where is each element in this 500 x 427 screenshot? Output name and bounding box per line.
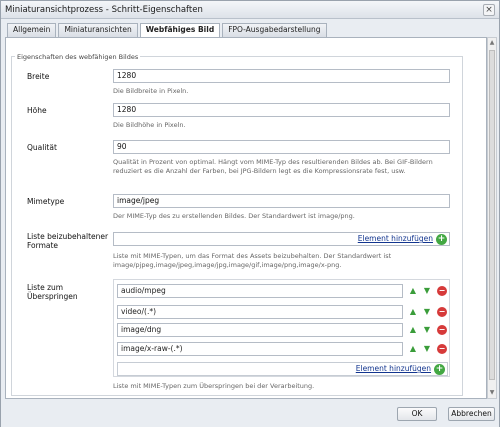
ok-button[interactable]: OK	[397, 407, 437, 421]
width-label: Breite	[27, 72, 50, 81]
scroll-thumb[interactable]	[489, 50, 495, 380]
keep-formats-add-link[interactable]: Element hinzufügen	[358, 234, 433, 243]
height-help: Die Bildhöhe in Pixeln.	[113, 121, 186, 129]
cancel-button[interactable]: Abbrechen	[448, 407, 495, 421]
quality-label: Qualität	[27, 143, 57, 152]
tab-bar: Allgemein Miniaturansichten Webfähiges B…	[7, 23, 329, 38]
height-input[interactable]: 1280	[113, 103, 450, 117]
skip-item-input[interactable]: image/x-raw-(.*)	[117, 342, 403, 356]
mimetype-input[interactable]: image/jpeg	[113, 194, 450, 208]
remove-icon[interactable]: −	[437, 307, 447, 317]
move-up-icon[interactable]: ▲	[408, 307, 418, 317]
mimetype-help: Der MIME-Typ des zu erstellenden Bildes.…	[113, 212, 355, 220]
tab-thumbnails[interactable]: Miniaturansichten	[58, 23, 138, 37]
vertical-scrollbar[interactable]: ▲ ▼	[487, 37, 497, 399]
move-down-icon[interactable]: ▼	[422, 286, 432, 296]
height-label: Höhe	[27, 106, 47, 115]
dialog-footer: OK Abbrechen	[1, 399, 499, 427]
move-up-icon[interactable]: ▲	[408, 344, 418, 354]
move-down-icon[interactable]: ▼	[422, 344, 432, 354]
keep-formats-add-icon[interactable]: +	[436, 234, 447, 245]
remove-icon[interactable]: −	[437, 286, 447, 296]
dialog-title: Miniaturansichtprozess - Schritt-Eigensc…	[5, 5, 203, 15]
move-down-icon[interactable]: ▼	[422, 325, 432, 335]
skip-item-input[interactable]: audio/mpeg	[117, 284, 403, 298]
keep-formats-help: Liste mit MIME-Typen, um das Format des …	[113, 252, 392, 269]
quality-help: Qualität in Prozent von optimal. Hängt v…	[113, 158, 433, 175]
quality-input[interactable]: 90	[113, 140, 450, 154]
remove-icon[interactable]: −	[437, 344, 447, 354]
skip-list-add-row: Element hinzufügen +	[117, 362, 448, 376]
tab-general[interactable]: Allgemein	[7, 23, 57, 37]
skip-item-input[interactable]: image/dng	[117, 323, 403, 337]
keep-formats-label: Liste beizubehaltener Formate	[27, 232, 109, 250]
skip-list-add-link[interactable]: Element hinzufügen	[356, 364, 431, 373]
skip-list-label: Liste zum Überspringen	[27, 283, 78, 301]
tab-web-image[interactable]: Webfähiges Bild	[139, 23, 221, 38]
move-up-icon[interactable]: ▲	[408, 286, 418, 296]
tab-fpo-rendition[interactable]: FPO-Ausgabedarstellung	[222, 23, 327, 37]
scroll-up-icon[interactable]: ▲	[488, 39, 496, 47]
width-input[interactable]: 1280	[113, 69, 450, 83]
width-help: Die Bildbreite in Pixeln.	[113, 87, 189, 95]
close-icon[interactable]: ×	[483, 4, 495, 16]
move-up-icon[interactable]: ▲	[408, 325, 418, 335]
mimetype-label: Mimetype	[27, 197, 65, 206]
remove-icon[interactable]: −	[437, 325, 447, 335]
keep-formats-list: Element hinzufügen +	[113, 232, 450, 246]
skip-list-help: Liste mit MIME-Typen zum Überspringen be…	[113, 382, 315, 390]
properties-dialog: Miniaturansichtprozess - Schritt-Eigensc…	[0, 0, 500, 427]
fieldset-legend: Eigenschaften des webfähigen Bildes	[15, 53, 141, 61]
skip-item-input[interactable]: video/(.*)	[117, 305, 403, 319]
skip-list-add-icon[interactable]: +	[434, 364, 445, 375]
move-down-icon[interactable]: ▼	[422, 307, 432, 317]
scroll-down-icon[interactable]: ▼	[488, 389, 496, 397]
title-bar[interactable]: Miniaturansichtprozess - Schritt-Eigensc…	[1, 1, 499, 19]
